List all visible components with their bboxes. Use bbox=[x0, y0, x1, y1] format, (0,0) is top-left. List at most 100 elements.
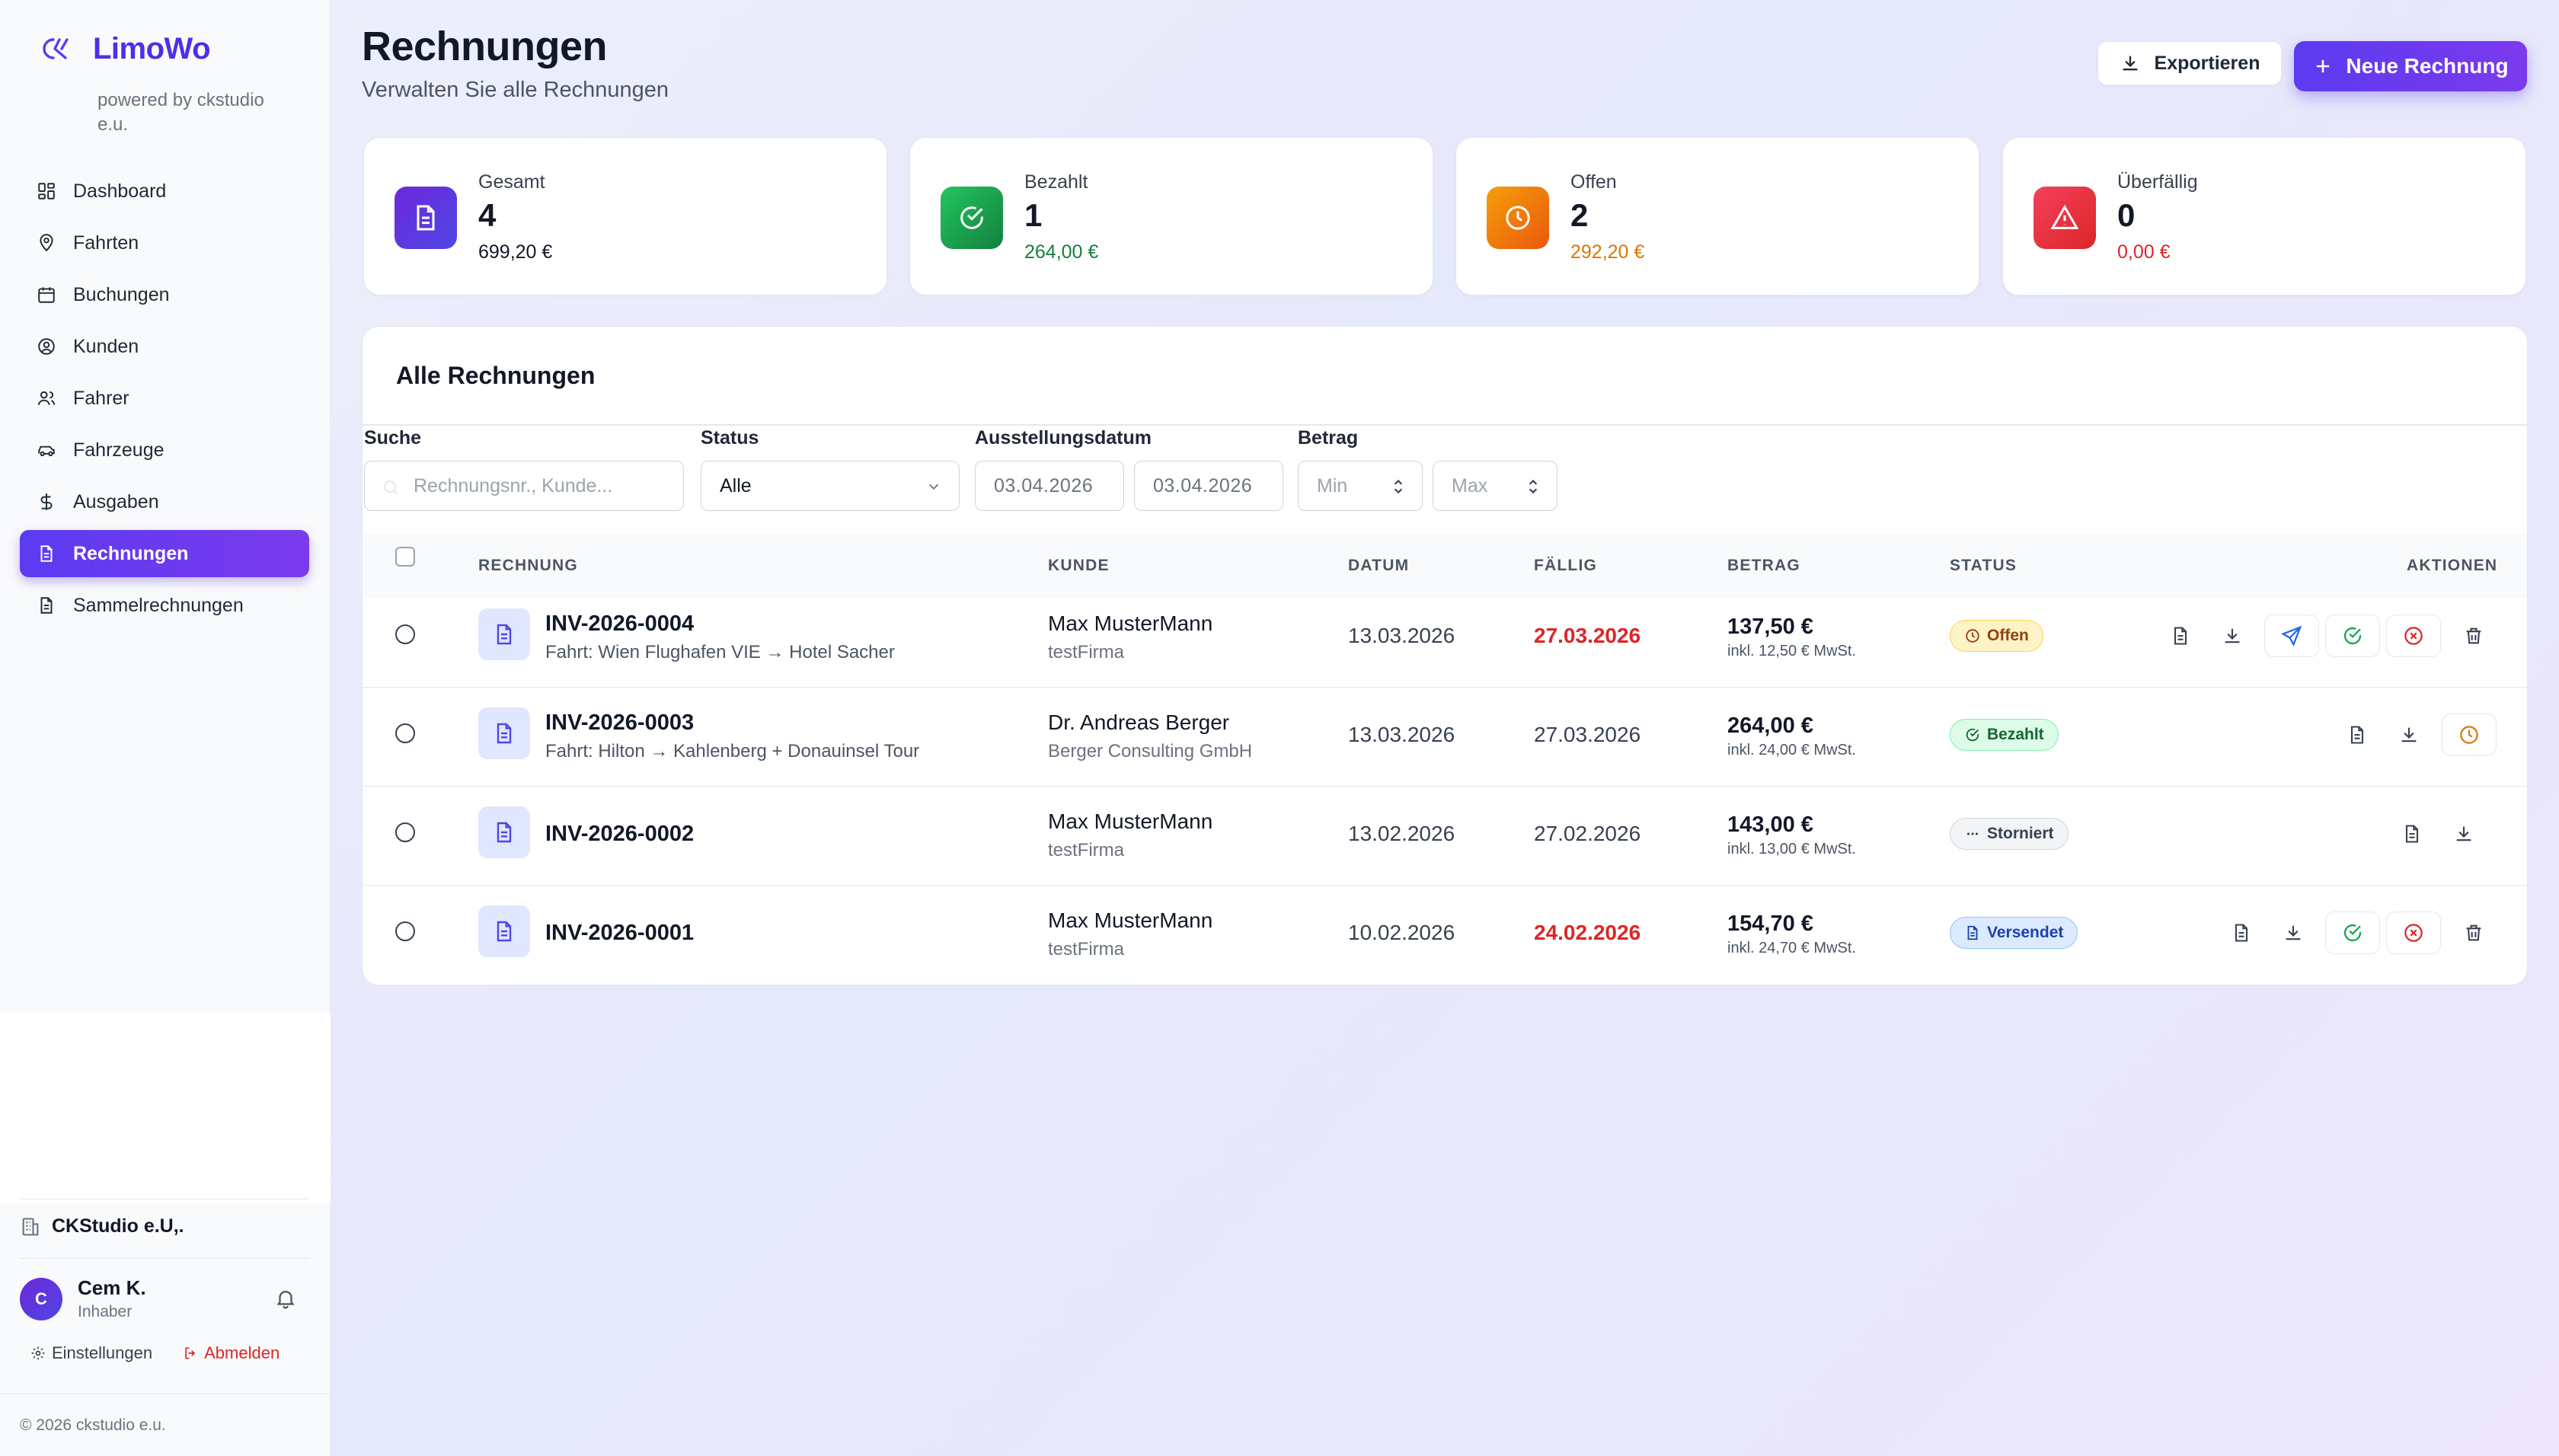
invoice-date: 13.02.2026 bbox=[1348, 822, 1455, 845]
brand-name: LimoWo bbox=[93, 31, 211, 65]
export-button[interactable]: Exportieren bbox=[2097, 41, 2282, 85]
new-invoice-label: Neue Rechnung bbox=[2346, 54, 2509, 78]
search-placeholder: Rechnungsnr., Kunde... bbox=[414, 474, 613, 497]
status-badge: Storniert bbox=[1950, 818, 2069, 850]
status-badge: Offen bbox=[1950, 620, 2043, 652]
invoice-description: Fahrt: Wien Flughafen VIE → Hotel Sacher bbox=[545, 642, 895, 663]
mark-open-button[interactable] bbox=[2442, 714, 2497, 756]
settings-link[interactable]: Einstellungen bbox=[30, 1343, 152, 1363]
stat-card-bezahlt: Bezahlt 1 264,00 € bbox=[909, 137, 1433, 295]
status-text: Storniert bbox=[1987, 825, 2054, 842]
column-header-betrag: BETRAG bbox=[1727, 557, 1800, 574]
status-select[interactable]: Alle bbox=[701, 461, 960, 511]
file-icon bbox=[2350, 726, 2364, 744]
search-label: Suche bbox=[364, 427, 422, 449]
due-date: 27.02.2026 bbox=[1534, 822, 1641, 845]
date-from-value: 03.04.2026 bbox=[994, 474, 1094, 497]
invoice-amount: 143,00 € bbox=[1727, 813, 1813, 837]
trash-icon bbox=[2466, 627, 2481, 644]
sidebar-item-kunden[interactable]: Kunden bbox=[20, 323, 309, 370]
invoice-number[interactable]: INV-2026-0004 bbox=[545, 611, 694, 637]
check-circle-icon bbox=[2343, 627, 2362, 645]
bell-icon[interactable] bbox=[274, 1287, 297, 1310]
stat-icon-bg bbox=[2033, 187, 2096, 249]
page-subtitle: Verwalten Sie alle Rechnungen bbox=[362, 78, 669, 102]
check-circle-icon bbox=[960, 206, 983, 229]
sidebar-item-label: Dashboard bbox=[73, 180, 167, 202]
row-checkbox[interactable] bbox=[395, 822, 415, 842]
due-date: 27.03.2026 bbox=[1534, 723, 1641, 746]
row-checkbox[interactable] bbox=[395, 921, 415, 941]
stat-amount: 264,00 € bbox=[1024, 241, 1099, 263]
vat-note: inkl. 24,00 € MwSt. bbox=[1727, 742, 1856, 758]
file-icon bbox=[2174, 627, 2187, 645]
amount-min-input[interactable]: Min bbox=[1298, 461, 1423, 511]
sidebar-item-ausgaben[interactable]: Ausgaben bbox=[20, 478, 309, 525]
stat-count: 0 bbox=[2117, 197, 2136, 233]
settings-label: Einstellungen bbox=[52, 1343, 153, 1362]
column-header-kunde: KUNDE bbox=[1048, 557, 1110, 574]
cancel-invoice-button[interactable] bbox=[2386, 912, 2441, 954]
file-icon bbox=[2235, 924, 2248, 942]
row-divider bbox=[363, 687, 2527, 688]
sidebar-item-fahrten[interactable]: Fahrten bbox=[20, 219, 309, 267]
new-invoice-button[interactable]: Neue Rechnung bbox=[2294, 41, 2527, 91]
download-button[interactable] bbox=[2398, 723, 2420, 746]
view-pdf-button[interactable] bbox=[2346, 723, 2369, 746]
map-pin-icon bbox=[40, 234, 53, 252]
row-checkbox[interactable] bbox=[395, 723, 415, 743]
invoice-number[interactable]: INV-2026-0002 bbox=[545, 822, 694, 847]
send-button[interactable] bbox=[2264, 615, 2319, 657]
sidebar-item-label: Fahrten bbox=[73, 231, 139, 254]
brand[interactable]: LimoWo bbox=[37, 29, 211, 69]
due-date: 24.02.2026 bbox=[1534, 921, 1641, 944]
sidebar-item-fahrer[interactable]: Fahrer bbox=[20, 375, 309, 422]
user-name: Cem K. bbox=[78, 1276, 146, 1299]
invoice-icon-box bbox=[478, 707, 530, 759]
date-from-input[interactable]: 03.04.2026 bbox=[975, 461, 1124, 511]
stat-amount: 0,00 € bbox=[2117, 241, 2171, 263]
download-button[interactable] bbox=[2452, 822, 2475, 845]
invoice-amount: 264,00 € bbox=[1727, 714, 1813, 738]
sidebar-item-sammelrechnungen[interactable]: Sammelrechnungen bbox=[20, 582, 309, 629]
sidebar-item-dashboard[interactable]: Dashboard bbox=[20, 168, 309, 215]
mark-paid-button[interactable] bbox=[2325, 615, 2380, 657]
download-button[interactable] bbox=[2221, 624, 2244, 647]
cancel-invoice-button[interactable] bbox=[2386, 615, 2441, 657]
company-switcher[interactable]: CKStudio e.U,. bbox=[20, 1215, 184, 1237]
view-pdf-button[interactable] bbox=[2169, 624, 2192, 647]
date-to-input[interactable]: 03.04.2026 bbox=[1134, 461, 1283, 511]
search-input[interactable]: Rechnungsnr., Kunde... bbox=[364, 461, 684, 511]
invoices-table-card: Alle Rechnungen Suche Rechnungsnr., Kund… bbox=[362, 326, 2528, 985]
user-role: Inhaber bbox=[78, 1303, 133, 1320]
sidebar-item-rechnungen[interactable]: Rechnungen bbox=[20, 530, 309, 577]
page-title: Rechnungen bbox=[362, 24, 608, 69]
select-all-checkbox[interactable] bbox=[395, 547, 415, 567]
logout-link[interactable]: Abmelden bbox=[183, 1343, 280, 1363]
status-select-value: Alle bbox=[720, 474, 752, 497]
sidebar-item-buchungen[interactable]: Buchungen bbox=[20, 271, 309, 318]
amount-max-input[interactable]: Max bbox=[1433, 461, 1557, 511]
invoice-number[interactable]: INV-2026-0001 bbox=[545, 921, 694, 946]
sidebar-nav: Dashboard Fahrten Buchungen Kunden Fahre… bbox=[20, 168, 309, 634]
stat-label: Offen bbox=[1570, 171, 1617, 193]
status-badge: Bezahlt bbox=[1950, 719, 2059, 751]
delete-button[interactable] bbox=[2462, 624, 2485, 647]
user-profile[interactable]: C Cem K. Inhaber bbox=[20, 1276, 146, 1321]
invoice-description: Fahrt: Hilton → Kahlenberg + Donauinsel … bbox=[545, 741, 920, 762]
customer-name: Max MusterMann bbox=[1048, 908, 1213, 932]
sidebar-item-fahrzeuge[interactable]: Fahrzeuge bbox=[20, 426, 309, 474]
invoice-number[interactable]: INV-2026-0003 bbox=[545, 710, 694, 736]
view-pdf-button[interactable] bbox=[2401, 822, 2423, 845]
mark-paid-button[interactable] bbox=[2325, 912, 2380, 954]
trash-icon bbox=[2466, 924, 2481, 941]
delete-button[interactable] bbox=[2462, 921, 2485, 944]
sidebar-item-label: Fahrzeuge bbox=[73, 439, 165, 461]
file-icon bbox=[40, 545, 53, 562]
download-button[interactable] bbox=[2282, 921, 2305, 944]
date-to-value: 03.04.2026 bbox=[1153, 474, 1253, 497]
view-pdf-button[interactable] bbox=[2230, 921, 2253, 944]
sidebar-spacer bbox=[0, 1013, 331, 1203]
row-checkbox[interactable] bbox=[395, 624, 415, 644]
avatar: C bbox=[20, 1277, 62, 1320]
